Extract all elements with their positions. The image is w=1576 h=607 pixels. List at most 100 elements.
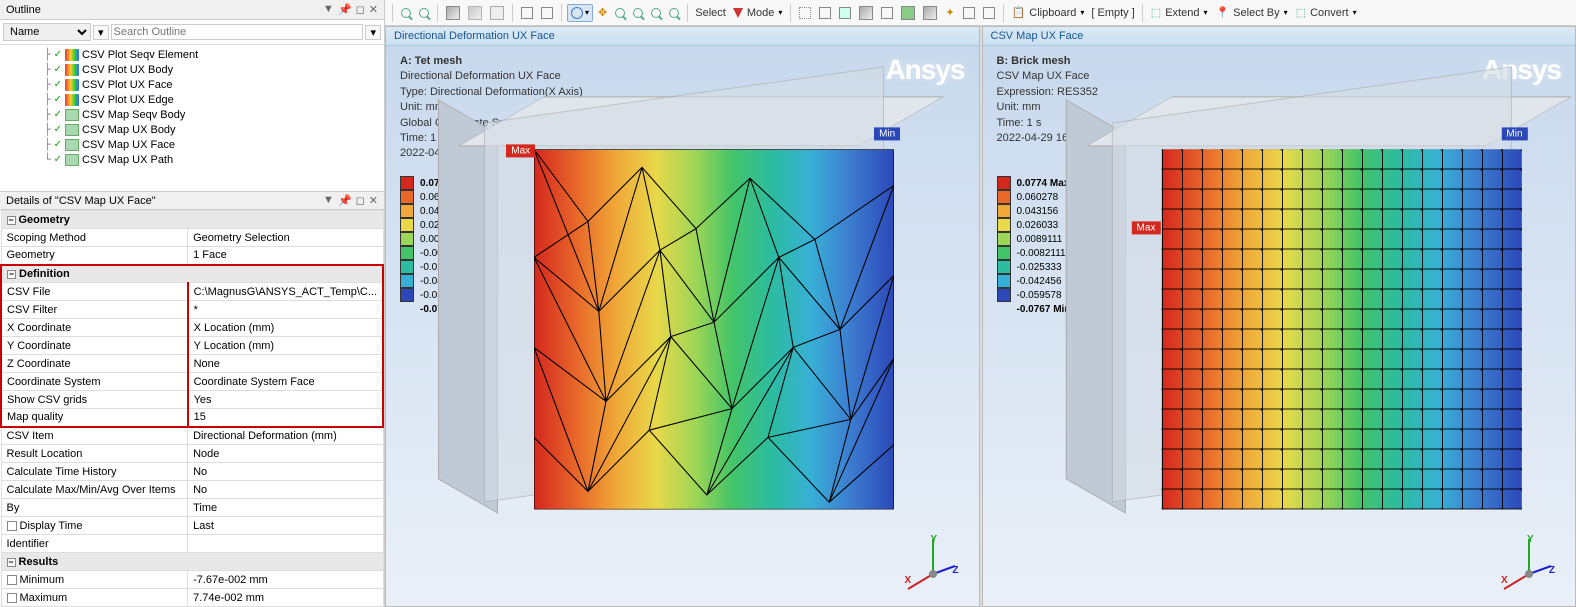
legend-swatch (997, 218, 1011, 232)
property-value[interactable]: None (188, 355, 383, 373)
property-value[interactable]: C:\MagnusG\ANSYS_ACT_Temp\C... (188, 283, 383, 301)
zoom-fit-button[interactable] (398, 6, 414, 20)
sel-edge-button[interactable] (816, 5, 834, 21)
shaded-button[interactable] (538, 5, 556, 21)
sel-path-button[interactable] (960, 5, 978, 21)
tree-item[interactable]: ├✓CSV Map UX Body (40, 122, 384, 137)
property-value[interactable]: Directional Deformation (mm) (188, 427, 383, 445)
property-value[interactable]: No (188, 481, 383, 499)
property-value[interactable]: 7.74e-002 mm (188, 589, 383, 607)
check-icon: ✓ (54, 94, 62, 105)
legend-value: 0.026033 (1017, 220, 1059, 231)
property-value[interactable]: Coordinate System Face (188, 373, 383, 391)
tree-item[interactable]: └✓CSV Map UX Path (40, 152, 384, 167)
pin-icon[interactable]: 📌 (338, 194, 352, 207)
viewport-left[interactable]: Directional Deformation UX Face A: Tet m… (385, 26, 980, 607)
zoom-window-button[interactable] (416, 6, 432, 20)
collapse-icon[interactable]: − (7, 216, 16, 225)
zoom-box-button[interactable] (648, 6, 664, 20)
legend-swatch (400, 204, 414, 218)
left-panel: Outline ▼ 📌 ◻ ✕ Name ▾ ▾ ├✓CSV Plot Seqv… (0, 0, 385, 607)
sel-mesh-button[interactable] (920, 4, 940, 22)
viewport-right-canvas[interactable]: B: Brick mesh CSV Map UX Face Expression… (983, 46, 1576, 606)
checkbox[interactable] (7, 593, 17, 603)
sel-vertex-button[interactable] (796, 5, 814, 21)
details-grid[interactable]: −GeometryScoping MethodGeometry Selectio… (0, 210, 384, 607)
legend-value: -0.0767 Min (1017, 304, 1071, 315)
property-label: Calculate Time History (1, 463, 188, 481)
check-icon: ✓ (54, 139, 62, 150)
property-value[interactable]: Last (188, 517, 383, 535)
zoom-reset-button[interactable] (666, 6, 682, 20)
dropdown-icon[interactable]: ▼ (323, 194, 334, 207)
property-value[interactable]: 1 Face (188, 247, 383, 265)
contour-icon (65, 79, 79, 91)
sel-elem-button[interactable] (898, 4, 918, 22)
zoom-out-button[interactable] (630, 6, 646, 20)
property-value[interactable]: Node (188, 445, 383, 463)
property-value[interactable]: X Location (mm) (188, 319, 383, 337)
property-label: Y Coordinate (1, 337, 188, 355)
property-value[interactable]: Geometry Selection (188, 229, 383, 247)
view-button-2[interactable] (465, 4, 485, 22)
collapse-icon[interactable]: − (7, 270, 16, 279)
dropdown-icon[interactable]: ▼ (323, 3, 334, 16)
property-value[interactable]: No (188, 463, 383, 481)
property-value[interactable]: 15 (188, 409, 383, 427)
extend-button[interactable]: ⬚Extend▾ (1148, 4, 1211, 21)
contour-icon (65, 49, 79, 61)
property-value[interactable]: Y Location (mm) (188, 337, 383, 355)
sel-cs-button[interactable]: ✦ (942, 4, 957, 21)
sel-body-button[interactable] (856, 4, 876, 22)
filter-dropdown-icon[interactable]: ▾ (93, 25, 109, 40)
clipboard-button[interactable]: 📋Clipboard▾ (1009, 4, 1088, 21)
check-icon: ✓ (54, 79, 62, 90)
search-dropdown-icon[interactable]: ▾ (365, 25, 381, 40)
tree-item[interactable]: ├✓CSV Map UX Face (40, 137, 384, 152)
tree-item[interactable]: ├✓CSV Plot UX Face (40, 77, 384, 92)
viewport-left-canvas[interactable]: A: Tet mesh Directional Deformation UX F… (386, 46, 979, 606)
checkbox[interactable] (7, 575, 17, 585)
triad-right[interactable]: YXZ (1499, 534, 1559, 594)
property-value[interactable]: Yes (188, 391, 383, 409)
sel-other-button[interactable] (980, 5, 998, 21)
restore-icon[interactable]: ◻ (356, 3, 365, 16)
restore-icon[interactable]: ◻ (356, 194, 365, 207)
model-left: Max Min (484, 124, 924, 544)
rotate-button[interactable]: ▾ (567, 4, 593, 22)
property-value[interactable]: Time (188, 499, 383, 517)
property-value[interactable]: * (188, 301, 383, 319)
mode-button[interactable]: Mode▾ (730, 5, 786, 21)
legend-value: 0.0089111 (1017, 234, 1063, 245)
pin-icon[interactable]: 📌 (338, 3, 352, 16)
property-value[interactable] (188, 535, 383, 553)
convert-button[interactable]: ⬚Convert▾ (1293, 4, 1360, 21)
tree-item[interactable]: ├✓CSV Map Seqv Body (40, 107, 384, 122)
close-icon[interactable]: ✕ (369, 194, 378, 207)
property-value[interactable]: -7.67e-002 mm (188, 571, 383, 589)
tree-item[interactable]: ├✓CSV Plot UX Body (40, 62, 384, 77)
property-label: Maximum (1, 589, 188, 607)
legend-swatch (997, 204, 1011, 218)
view-button-3[interactable] (487, 4, 507, 22)
triad-left[interactable]: YXZ (903, 534, 963, 594)
filter-field-select[interactable]: Name (3, 23, 91, 41)
tree-item[interactable]: ├✓CSV Plot UX Edge (40, 92, 384, 107)
zoom-in-button[interactable] (612, 6, 628, 20)
collapse-icon[interactable]: − (7, 558, 16, 567)
wireframe-button[interactable] (518, 5, 536, 21)
csv-icon (65, 109, 79, 121)
property-label: Result Location (1, 445, 188, 463)
pan-button[interactable]: ✥ (595, 4, 610, 21)
outline-tree[interactable]: ├✓CSV Plot Seqv Element├✓CSV Plot UX Bod… (0, 45, 384, 191)
checkbox[interactable] (7, 521, 17, 531)
selectby-button[interactable]: 📍Select By▾ (1212, 4, 1290, 21)
outline-header: Outline ▼ 📌 ◻ ✕ (0, 0, 384, 20)
tree-item[interactable]: ├✓CSV Plot Seqv Element (40, 47, 384, 62)
search-input[interactable] (111, 24, 364, 40)
iso-view-button[interactable] (443, 4, 463, 22)
sel-face-button[interactable] (836, 5, 854, 21)
close-icon[interactable]: ✕ (369, 3, 378, 16)
sel-node-button[interactable] (878, 5, 896, 21)
viewport-right[interactable]: CSV Map UX Face B: Brick mesh CSV Map UX… (982, 26, 1576, 607)
